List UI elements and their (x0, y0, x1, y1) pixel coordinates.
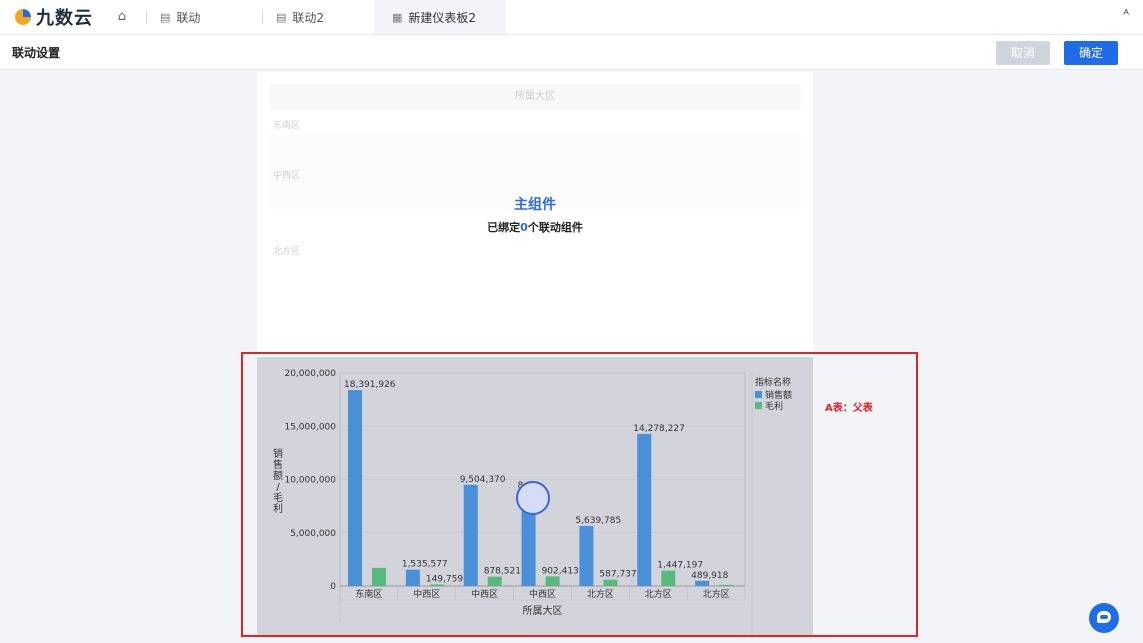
region-label: 北方区 (273, 247, 301, 257)
home-icon[interactable]: ⌂ (114, 9, 130, 25)
page-title: 联动设置 (12, 46, 61, 60)
tab-divider (262, 10, 263, 24)
tab-divider (146, 10, 147, 24)
tab-new-dashboard[interactable]: ▦ 新建仪表板2 (374, 0, 507, 34)
user-icon[interactable]: ᴬ (1123, 8, 1129, 23)
parent-table-annotation: A表：父表 (825, 403, 873, 414)
chat-support-icon[interactable] (1089, 603, 1119, 633)
bound-prefix: 已绑定 (487, 221, 521, 234)
dashboard-icon: ▦ (392, 10, 403, 24)
tab-label: 新建仪表板2 (408, 10, 477, 25)
document-icon: ▤ (276, 10, 287, 24)
table-header: 所属大区 (269, 84, 801, 110)
bound-count: 0 (520, 221, 528, 234)
logo-text: 九数云 (36, 8, 93, 29)
tab-label: 联动 (176, 10, 201, 25)
selection-frame (241, 352, 918, 637)
document-icon: ▤ (160, 10, 171, 24)
tab-label: 联动2 (292, 10, 325, 25)
top-navigation-bar: 九数云 ⌂ ▤ 联动 ▤ 联动2 ▦ 新建仪表板2 ᴬ (0, 0, 1143, 35)
bound-suffix: 个联动组件 (527, 221, 583, 234)
main-component-panel[interactable]: 所属大区 东南区 中西区 北方区 主组件 已绑定0个联动组件 (257, 72, 813, 357)
tab-liandong2[interactable]: ▤ 联动2 (276, 0, 324, 34)
linkage-settings-bar: 联动设置 取消 确定 (0, 35, 1143, 70)
tab-liandong[interactable]: ▤ 联动 (160, 0, 200, 34)
main-component-title: 主组件 (514, 197, 556, 213)
confirm-button[interactable]: 确定 (1064, 41, 1118, 65)
cancel-button[interactable]: 取消 (996, 41, 1050, 65)
bound-count-text: 已绑定0个联动组件 (257, 219, 813, 235)
app-logo[interactable]: 九数云 (14, 6, 93, 29)
region-label: 中西区 (273, 171, 301, 181)
logo-icon (15, 9, 31, 25)
region-label: 东南区 (273, 121, 301, 131)
